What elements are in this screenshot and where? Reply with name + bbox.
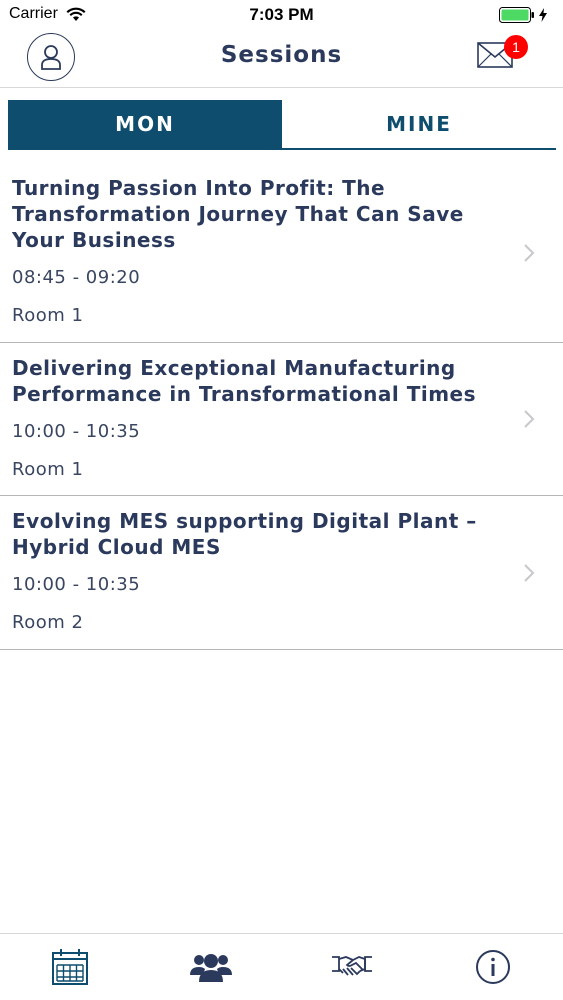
status-time: 7:03 PM — [249, 5, 314, 24]
session-row[interactable]: Evolving MES supporting Digital Plant – … — [0, 496, 563, 650]
tab-mine[interactable]: MINE — [282, 100, 556, 148]
navigation-bar: Sessions 1 — [0, 30, 563, 88]
battery-icon — [499, 7, 534, 23]
session-row[interactable]: Delivering Exceptional Manufacturing Per… — [0, 343, 563, 496]
tab-bar-partners[interactable] — [282, 934, 423, 1000]
battery-indicator — [499, 7, 547, 23]
chevron-right-icon — [524, 243, 535, 262]
session-time: 10:00 - 10:35 — [12, 574, 141, 595]
sessions-list: Turning Passion Into Profit: The Transfo… — [0, 163, 563, 650]
tab-mon[interactable]: MON — [8, 100, 282, 148]
session-title: Evolving MES supporting Digital Plant – … — [12, 509, 477, 559]
chevron-right-icon — [524, 563, 535, 582]
session-room: Room 1 — [12, 305, 84, 326]
calendar-icon — [52, 949, 89, 985]
session-row[interactable]: Turning Passion Into Profit: The Transfo… — [0, 163, 563, 343]
tab-bar-attendees[interactable] — [141, 934, 282, 1000]
session-time: 10:00 - 10:35 — [12, 421, 141, 442]
chevron-right-icon — [524, 410, 535, 428]
bottom-tab-bar — [0, 933, 563, 1000]
day-tabs: MON MINE — [8, 100, 556, 150]
session-time: 08:45 - 09:20 — [12, 267, 141, 288]
tab-bar-info[interactable] — [422, 934, 563, 1000]
session-title: Delivering Exceptional Manufacturing Per… — [12, 356, 477, 406]
people-icon — [190, 954, 233, 982]
charging-icon — [539, 8, 547, 22]
status-bar: Carrier 7:03 PM — [0, 0, 563, 30]
message-count-badge: 1 — [504, 35, 528, 59]
info-icon — [475, 950, 510, 984]
session-title: Turning Passion Into Profit: The Transfo… — [12, 176, 464, 252]
session-room: Room 2 — [12, 612, 84, 633]
handshake-icon — [331, 956, 372, 976]
tab-bar-schedule[interactable] — [0, 934, 141, 1000]
session-room: Room 1 — [12, 459, 84, 480]
